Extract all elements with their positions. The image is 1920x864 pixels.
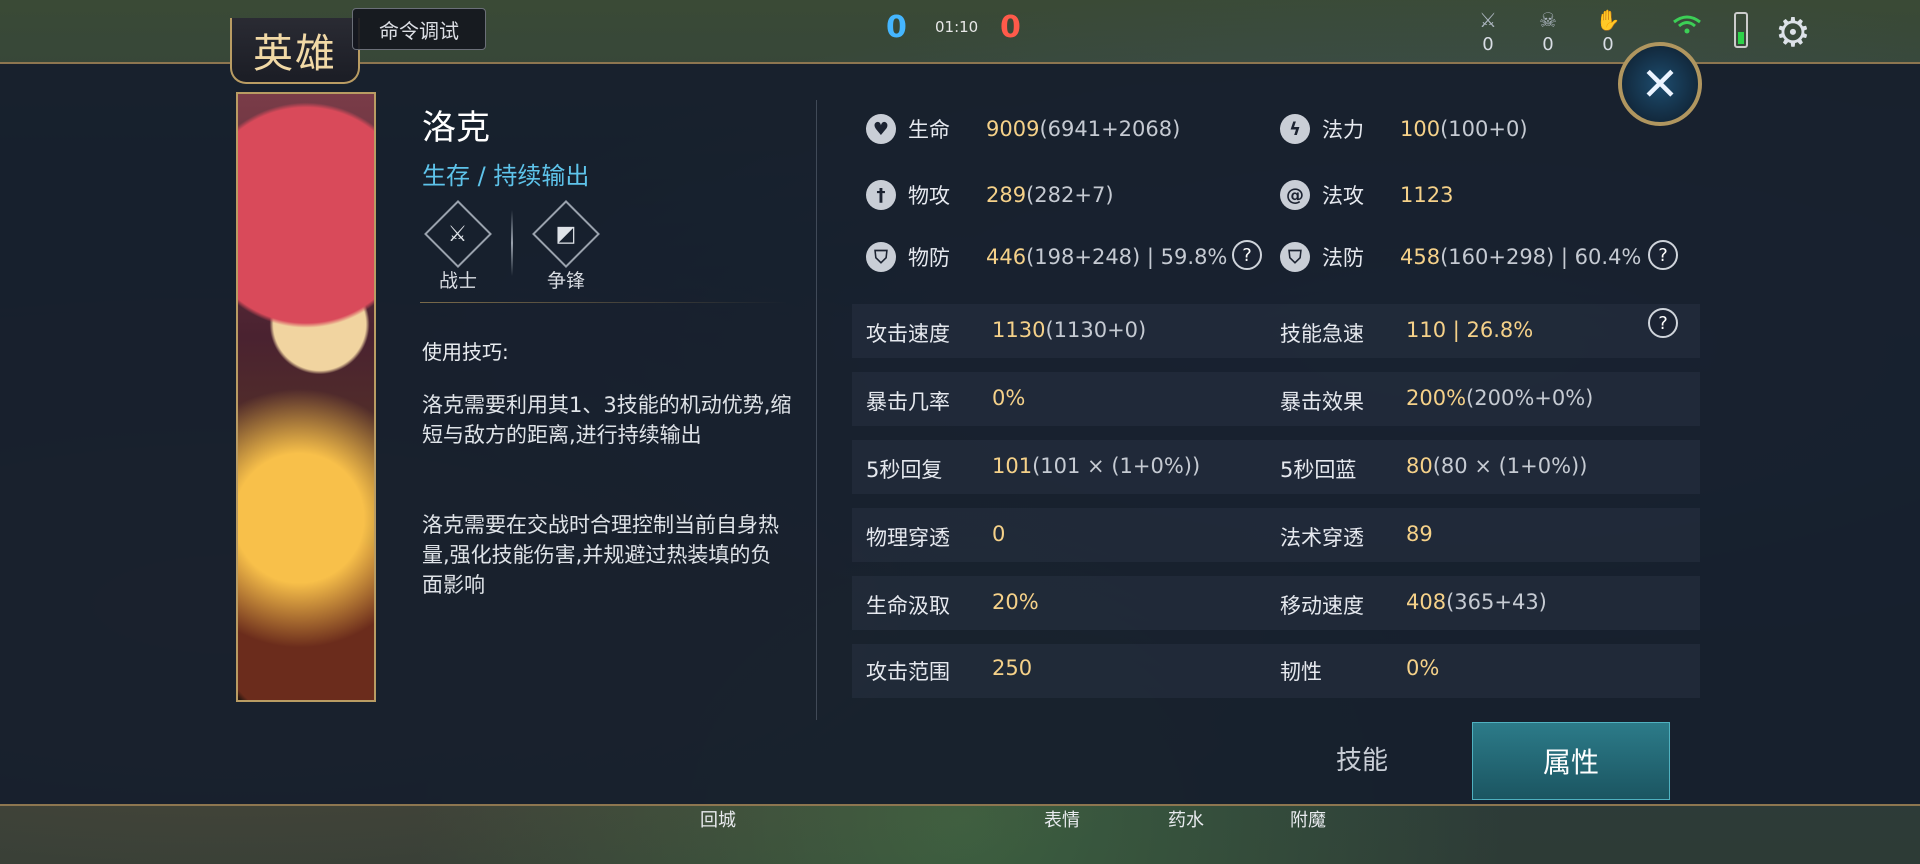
hero-class-badge[interactable]: ⚔ 战士 xyxy=(424,200,492,293)
attr-skill-haste: 技能急速 110 | 26.8% xyxy=(1280,318,1534,346)
attr-move-speed: 移动速度 408(365+43) xyxy=(1280,590,1547,618)
attr-hp-regen: 5秒回复 101(101 × (1+0%)) xyxy=(866,454,1201,482)
tab-skills[interactable]: 技能 xyxy=(1336,740,1388,777)
enchant-button[interactable]: 附魔 xyxy=(1290,806,1326,832)
attr-attack-speed: 攻击速度 1130(1130+0) xyxy=(866,318,1147,346)
close-icon: ✕ xyxy=(1640,57,1680,111)
attr-lifesteal: 生命汲取 20% xyxy=(866,590,1039,618)
warrior-icon: ⚔ xyxy=(424,200,492,268)
magic-defense-help-button[interactable]: ? xyxy=(1648,240,1678,270)
hero-role: 生存 / 持续输出 xyxy=(422,162,590,190)
sword-icon: † xyxy=(866,180,896,210)
stat-hp: ♥ 生命 9009(6941+2068) xyxy=(866,114,1180,144)
attr-attack-range: 攻击范围 250 xyxy=(866,656,1033,684)
hero-portrait xyxy=(236,92,376,702)
stat-mana: ϟ 法力 100(100+0) xyxy=(1280,114,1528,144)
stat-magic-attack: @ 法攻 1123 xyxy=(1280,180,1453,210)
stat-physical-attack: † 物攻 289(282+7) xyxy=(866,180,1114,210)
tip-paragraph: 洛克需要利用其1、3技能的机动优势,缩短与敌方的距离,进行持续输出 xyxy=(422,393,792,447)
stat-magic-defense: ⛉ 法防 458(160+298) | 60.4% xyxy=(1280,242,1641,272)
skull-icon: ☠ xyxy=(1539,8,1557,32)
hero-position-badge[interactable]: ◩ 争锋 xyxy=(532,200,600,293)
skill-haste-help-button[interactable]: ? xyxy=(1648,308,1678,338)
assist-hand-icon: ✋ xyxy=(1595,8,1621,32)
close-button[interactable]: ✕ xyxy=(1618,42,1702,126)
kills-stat: ⚔ 0 xyxy=(1470,8,1506,55)
hero-position-label: 争锋 xyxy=(546,270,585,292)
attr-mana-regen: 5秒回蓝 80(80 × (1+0%)) xyxy=(1280,454,1588,482)
swords-icon: ⚔ xyxy=(1479,8,1497,32)
swirl-icon: @ xyxy=(1280,180,1310,210)
shield-icon: ⛉ xyxy=(866,242,896,272)
tips-heading: 使用技巧: xyxy=(422,340,509,364)
contest-icon: ◩ xyxy=(532,200,600,268)
potion-button[interactable]: 药水 xyxy=(1168,806,1204,832)
assists-stat: ✋ 0 xyxy=(1590,8,1626,55)
physical-defense-help-button[interactable]: ? xyxy=(1232,240,1262,270)
magic-shield-icon: ⛉ xyxy=(1280,242,1310,272)
blue-team-score: 0 xyxy=(886,10,907,45)
column-divider xyxy=(816,100,817,720)
settings-gear-icon[interactable]: ⚙ xyxy=(1775,10,1811,56)
panel-title-tab: 英雄 xyxy=(230,18,360,84)
red-team-score: 0 xyxy=(1000,10,1021,45)
panel-title: 英雄 xyxy=(253,31,337,77)
section-divider xyxy=(420,302,788,303)
kda-stats: ⚔ 0 ☠ 0 ✋ 0 xyxy=(1470,8,1626,55)
tip-paragraph: 洛克需要在交战时合理控制当前自身热量,强化技能伤害,并规避过热装填的负面影响 xyxy=(422,513,779,597)
recall-button[interactable]: 回城 xyxy=(700,806,736,832)
lightning-icon: ϟ xyxy=(1280,114,1310,144)
badge-separator xyxy=(511,210,513,276)
match-timer: 01:10 xyxy=(935,18,979,36)
hero-class-label: 战士 xyxy=(438,270,477,292)
command-debug-button[interactable]: 命令调试 xyxy=(352,8,486,50)
wifi-icon xyxy=(1673,15,1701,34)
attr-tenacity: 韧性 0% xyxy=(1280,656,1440,684)
stat-physical-defense: ⛉ 物防 446(198+248) | 59.8% xyxy=(866,242,1227,272)
attr-physical-penetration: 物理穿透 0 xyxy=(866,522,1006,550)
attr-crit-chance: 暴击几率 0% xyxy=(866,386,1026,414)
attr-magic-penetration: 法术穿透 89 xyxy=(1280,522,1433,550)
deaths-stat: ☠ 0 xyxy=(1530,8,1566,55)
hero-name: 洛克 xyxy=(422,108,490,148)
battery-icon xyxy=(1734,12,1748,48)
heart-icon: ♥ xyxy=(866,114,896,144)
emote-button[interactable]: 表情 xyxy=(1044,806,1080,832)
attr-crit-effect: 暴击效果 200%(200%+0%) xyxy=(1280,386,1594,414)
tab-attributes[interactable]: 属性 xyxy=(1472,722,1670,800)
